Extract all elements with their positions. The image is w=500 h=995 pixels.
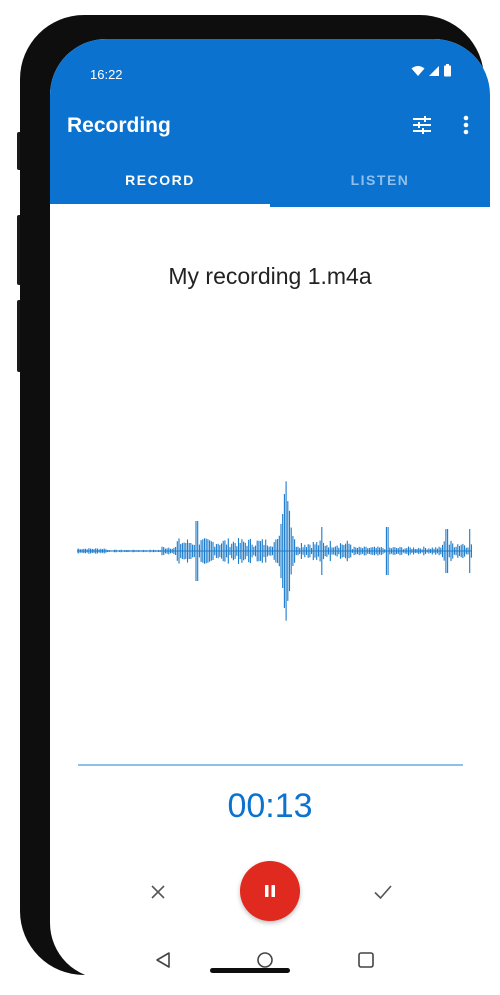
signal-icon [429,65,439,76]
tab-record[interactable]: RECORD [50,172,270,188]
pause-icon [265,885,275,897]
progress-line [78,764,463,766]
elapsed-time: 00:13 [227,787,313,825]
page-title: Recording [67,114,171,137]
cancel-button[interactable] [143,877,173,907]
home-icon[interactable] [255,950,275,970]
recents-icon[interactable] [356,950,376,970]
status-icons [411,64,452,77]
status-time: 16:22 [90,67,123,82]
done-button[interactable] [368,877,398,907]
wifi-icon [411,65,425,76]
recording-file-name: My recording 1.m4a [168,263,372,289]
waveform [77,481,472,621]
phone-frame: 16:22 Recording RECORD LISTEN My recordi… [20,15,490,979]
phone-bottom-edge [210,968,290,973]
tab-listen[interactable]: LISTEN [270,172,490,188]
back-icon[interactable] [154,950,174,970]
screen: 16:22 Recording RECORD LISTEN My recordi… [50,39,490,979]
app-bar: 16:22 Recording RECORD LISTEN [50,39,490,207]
tune-icon[interactable] [410,113,434,137]
check-icon [374,885,392,900]
more-vert-icon[interactable] [456,113,476,137]
pause-button[interactable] [240,861,300,921]
close-icon [151,885,165,899]
tab-indicator [50,204,270,207]
battery-icon [444,64,451,77]
